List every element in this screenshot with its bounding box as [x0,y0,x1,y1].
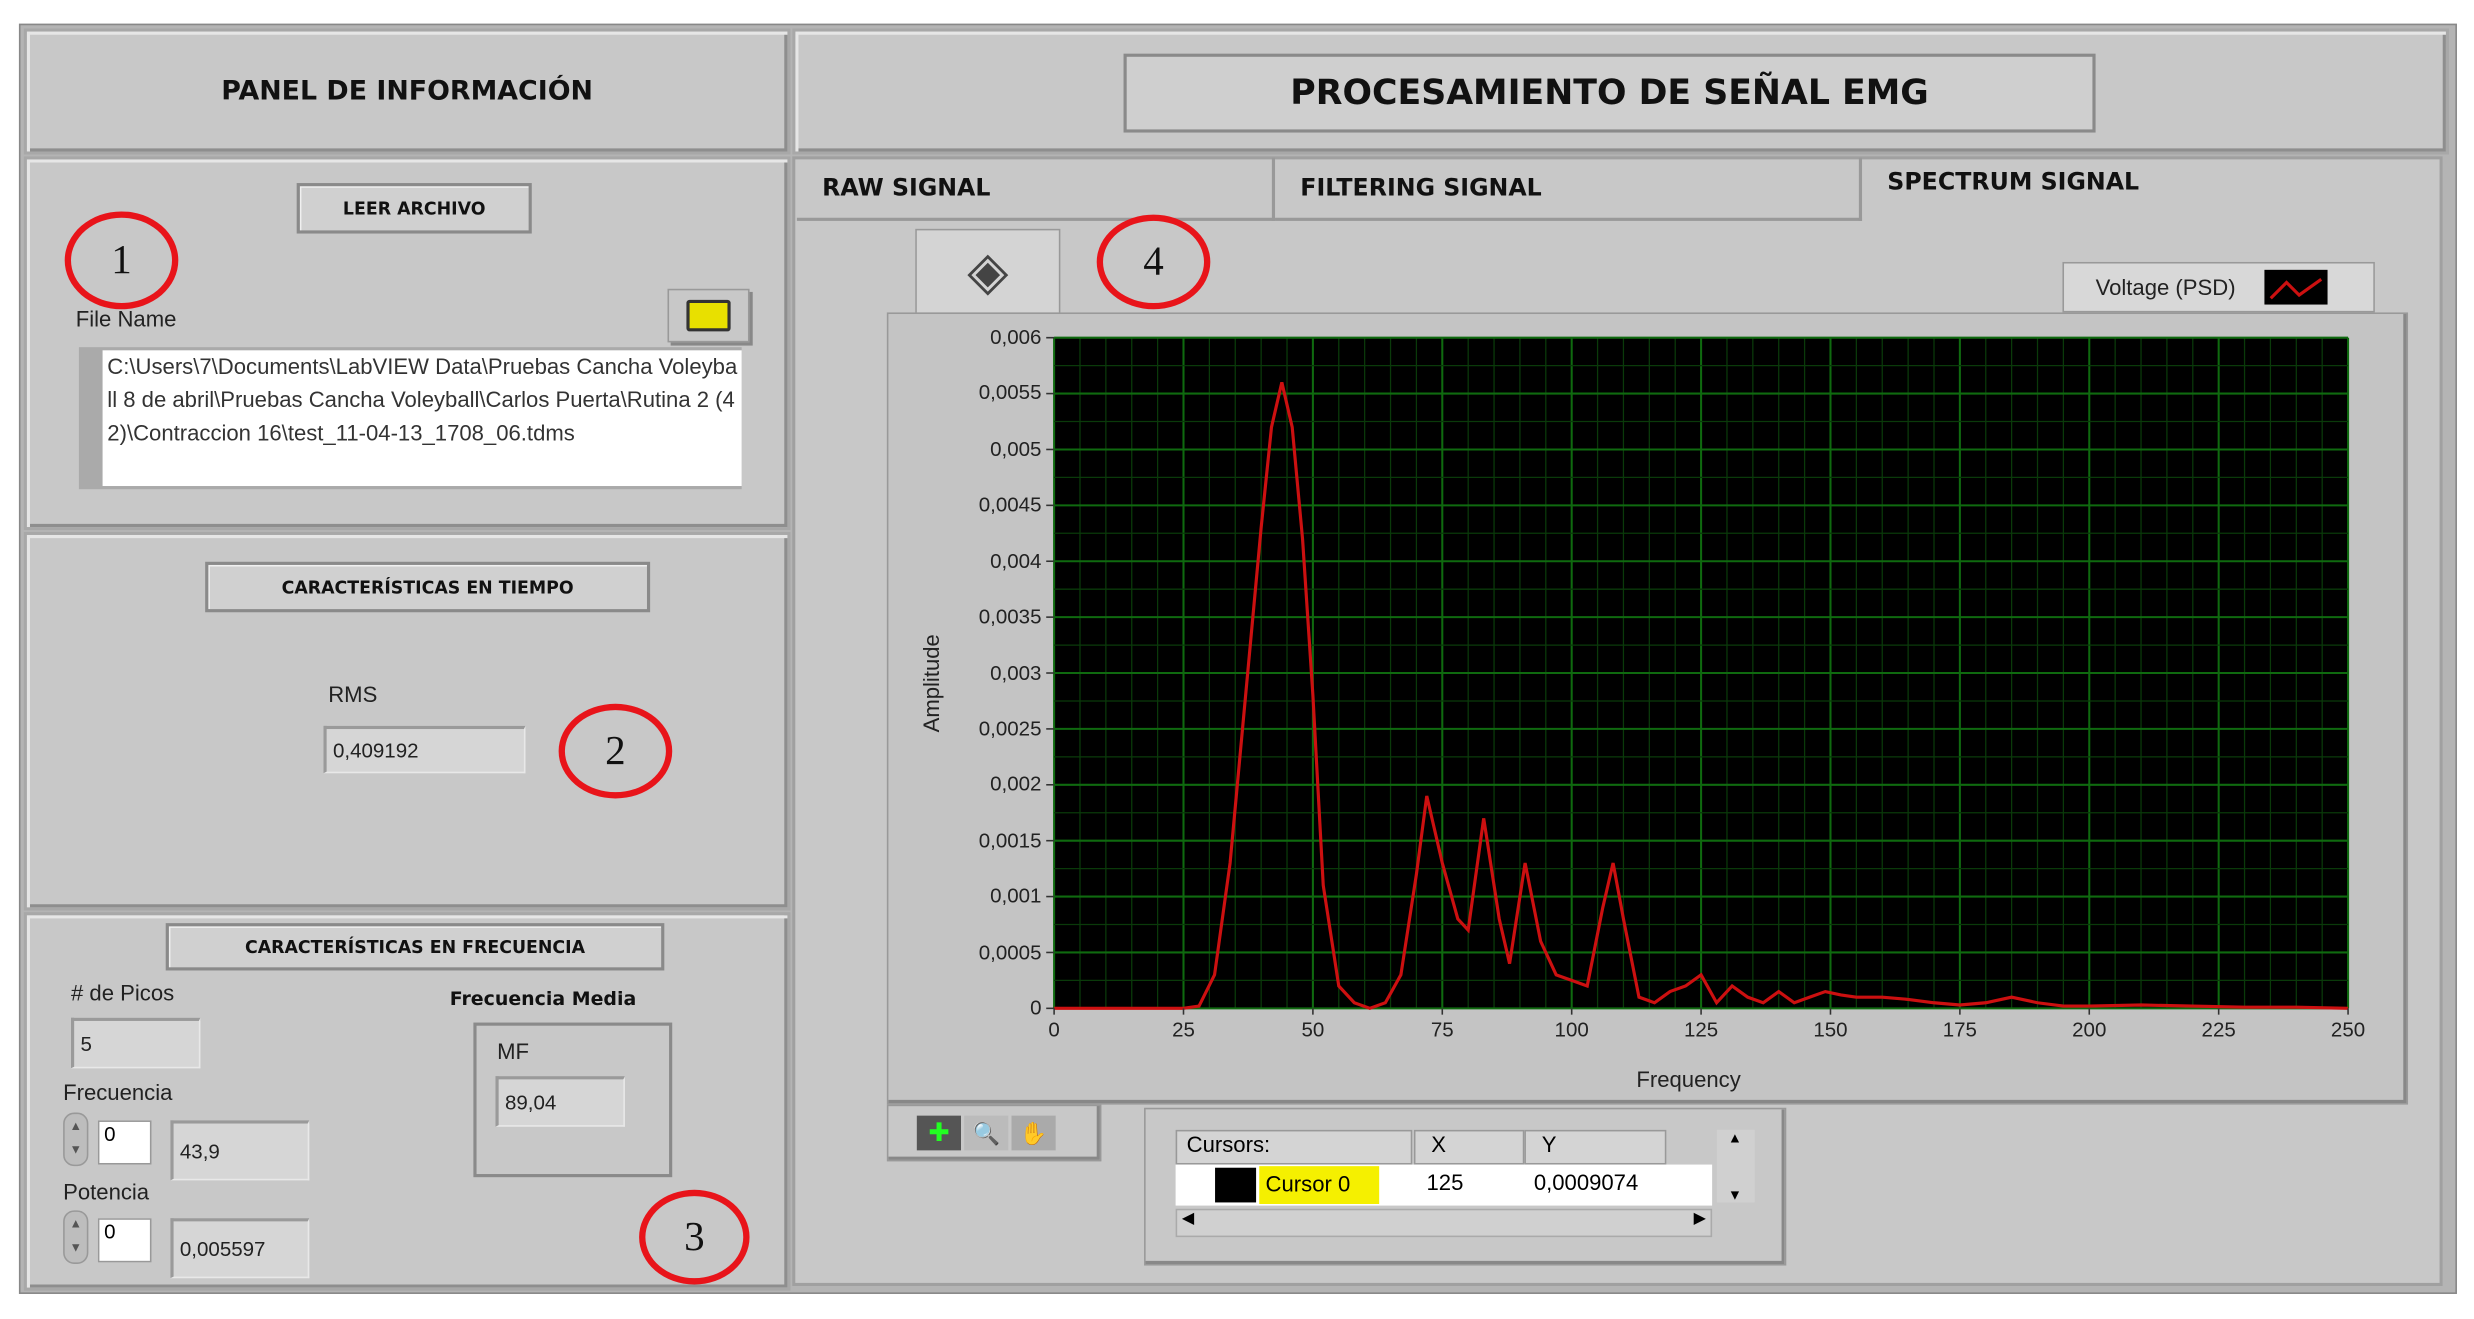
y-tick-label: 0,0025 [978,716,1042,740]
cursor-y-header: Y [1524,1129,1667,1165]
x-tick-label: 125 [1683,1017,1719,1042]
x-tick-label: 0 [1048,1017,1060,1042]
file-path-field[interactable]: C:\Users\7\Documents\LabVIEW Data\Prueba… [102,350,742,487]
tab-raw-signal[interactable]: RAW SIGNAL [796,157,1276,221]
tab-spectrum-signal[interactable]: SPECTRUM SIGNAL [1862,158,2440,221]
y-tick-label: 0,0035 [978,604,1042,629]
x-tick-label: 175 [1942,1017,1977,1042]
y-tick-label: 0,0055 [978,380,1042,405]
spectrum-chart [1046,336,2350,1015]
x-axis-label: Frequency [1636,1066,1741,1092]
frequency-features-header: CARACTERÍSTICAS EN FRECUENCIA [165,923,665,971]
annotation-1: 1 [64,211,179,310]
y-tick-label: 0,004 [990,548,1042,573]
x-tick-label: 75 [1430,1017,1454,1042]
power-index-stepper[interactable]: ▲ ▼ [63,1210,89,1264]
x-tick-label: 50 [1301,1017,1325,1042]
y-tick-label: 0,0005 [978,939,1042,964]
y-tick-label: 0,005 [990,436,1042,461]
scroll-left-icon[interactable]: ◀ [1182,1210,1194,1227]
info-panel-title: PANEL DE INFORMACIÓN [221,75,593,108]
y-tick-label: 0,001 [990,883,1042,908]
graph-tools-palette: ✚ 🔍 ✋ [886,1104,1102,1162]
x-tick-label: 225 [2201,1017,2236,1042]
cursor-x-header: X [1413,1129,1525,1165]
folder-open-icon [686,299,731,332]
scale-diamond-icon: ◈ [967,241,1009,302]
browse-button[interactable] [667,288,750,343]
zoom-tool-icon[interactable]: 🔍 [964,1115,1009,1151]
peaks-label: # de Picos [71,979,175,1006]
cursor-name[interactable]: Cursor 0 [1259,1166,1380,1205]
cursor-color-swatch[interactable] [1215,1167,1257,1203]
legend-line-icon [2263,269,2328,305]
pan-hand-icon[interactable]: ✋ [1011,1115,1056,1151]
y-axis-label: Amplitude [918,634,944,733]
peaks-indicator: 5 [71,1017,201,1069]
tab-filtering-signal[interactable]: FILTERING SIGNAL [1275,157,1863,221]
x-tick-label: 250 [2330,1017,2366,1042]
cursor-h-scrollbar[interactable]: ◀ ▶ [1175,1208,1713,1238]
plot-legend[interactable]: Voltage (PSD) [2062,261,2375,313]
labview-front-panel: PANEL DE INFORMACIÓN LEER ARCHIVO File N… [0,0,2474,1319]
cursor-y-value[interactable]: 0,0009074 [1534,1169,1638,1194]
power-label: Potencia [63,1178,150,1205]
frequency-index-stepper[interactable]: ▲ ▼ [63,1112,89,1167]
x-tick-label: 100 [1554,1017,1589,1042]
power-index-field[interactable]: 0 [97,1218,152,1263]
y-tick-label: 0,003 [990,660,1042,685]
mean-frequency-header: Frecuencia Media [449,987,637,1010]
legend-label: Voltage (PSD) [2095,274,2236,300]
y-tick-label: 0,002 [990,772,1042,796]
scroll-right-icon[interactable]: ▶ [1694,1210,1706,1227]
time-features-header: CARACTERÍSTICAS EN TIEMPO [205,561,651,613]
cursor-x-value[interactable]: 125 [1427,1169,1464,1194]
cursor-tool-icon[interactable]: ✚ [916,1115,962,1151]
cursors-header: Cursors: [1175,1129,1413,1165]
scroll-up-icon[interactable]: ▲ [1728,1130,1742,1146]
mf-indicator: 89,04 [495,1076,625,1127]
y-tick-label: 0,0015 [978,828,1042,852]
cursor-v-scrollbar[interactable]: ▲ ▼ [1716,1129,1755,1203]
graph-palette-button[interactable]: ◈ [915,228,1061,315]
y-tick-label: 0,0045 [978,492,1042,517]
scroll-down-icon[interactable]: ▼ [1728,1187,1742,1203]
file-name-label: File Name [75,306,177,332]
x-tick-label: 150 [1813,1017,1848,1042]
rms-label: RMS [328,681,378,707]
annotation-3: 3 [639,1189,750,1285]
read-file-button[interactable]: LEER ARCHIVO [296,183,532,234]
frequency-value: 43,9 [170,1120,310,1181]
power-value: 0,005597 [170,1218,310,1279]
y-tick-label: 0 [1030,995,1042,1020]
frequency-index-field[interactable]: 0 [97,1120,152,1165]
x-tick-label: 25 [1172,1017,1195,1042]
emg-title-box: PROCESAMIENTO DE SEÑAL EMG [1123,53,2096,133]
frequency-label: Frecuencia [63,1079,173,1105]
rms-indicator: 0,409192 [323,725,526,774]
annotation-2: 2 [558,703,673,799]
annotation-4: 4 [1096,214,1211,310]
emg-title: PROCESAMIENTO DE SEÑAL EMG [1290,73,1929,113]
mf-label: MF [497,1038,529,1064]
y-tick-label: 0,006 [990,325,1042,349]
info-panel-header: PANEL DE INFORMACIÓN [23,28,791,155]
x-tick-label: 200 [2072,1017,2107,1042]
